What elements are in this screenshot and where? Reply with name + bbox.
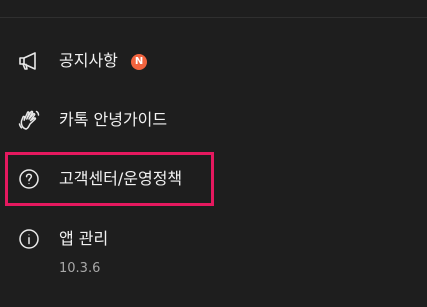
menu-item-safety-guide[interactable]: 카톡 안녕가이드: [0, 100, 427, 140]
waving-hand-icon: [17, 108, 41, 132]
menu-item-notices[interactable]: 공지사항 N: [0, 41, 427, 81]
menu-item-app-management[interactable]: 앱 관리: [0, 219, 427, 259]
info-circle-icon: [17, 227, 41, 251]
safety-guide-label: 카톡 안녕가이드: [59, 110, 168, 129]
menu-item-customer-center[interactable]: 고객센터/운영정책: [0, 159, 427, 199]
new-badge: N: [131, 54, 147, 70]
customer-center-label: 고객센터/운영정책: [59, 169, 183, 188]
app-version: 10.3.6: [59, 261, 101, 276]
megaphone-icon: [17, 49, 41, 73]
question-circle-icon: [17, 167, 41, 191]
notices-label: 공지사항: [59, 51, 118, 70]
app-management-label: 앱 관리: [59, 229, 109, 248]
top-divider: [0, 17, 427, 18]
